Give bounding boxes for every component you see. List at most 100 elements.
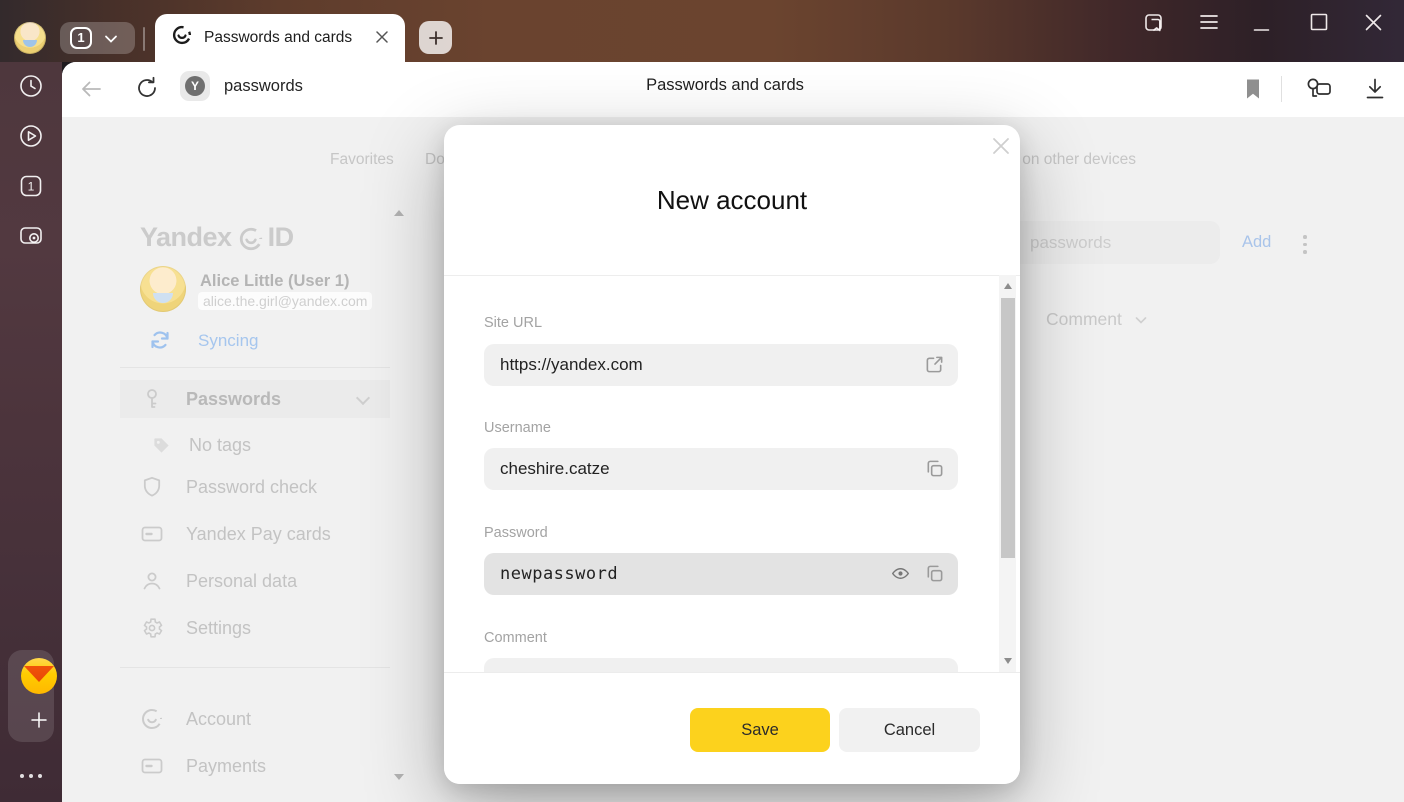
site-url-input[interactable]: https://yandex.com [484,344,958,386]
site-url-label: Site URL [484,315,542,331]
yandex-id-logo: Yandex ID [140,222,294,253]
yandex-id-smile-icon [140,707,164,731]
sidebar-item-label: Password check [186,477,317,498]
address-bar-text[interactable]: passwords [224,77,303,96]
modal-scrollbar[interactable] [999,275,1016,672]
menu-hamburger-icon[interactable] [1199,13,1219,31]
site-favicon-badge[interactable]: Y [180,71,210,101]
tab-close-icon[interactable] [374,29,390,45]
modal-title: New account [444,185,1020,216]
toolbar-divider [1281,76,1282,102]
password-label: Password [484,525,548,541]
history-clock-icon[interactable] [18,73,44,99]
new-account-modal: New account Site URL https://yandex.com … [444,125,1020,784]
modal-close-icon[interactable] [990,135,1012,157]
window-minimize-icon[interactable] [1253,20,1270,37]
password-manager-icon[interactable] [1304,75,1334,103]
sidebar-item-passwords[interactable]: Passwords [120,380,390,418]
sidebar-item-label: No tags [189,435,251,456]
show-password-eye-icon[interactable] [891,564,910,583]
username-label: Username [484,420,551,436]
copy-icon[interactable] [925,459,944,478]
sidebar-item-password-check[interactable]: Password check [120,468,390,506]
sidebar-scroll-down-icon[interactable] [394,774,404,780]
username-value: cheshire.catze [500,459,610,479]
sidebar-item-label: Yandex Pay cards [186,524,331,545]
username-input[interactable]: cheshire.catze [484,448,958,490]
profile-avatar[interactable] [14,22,46,54]
shield-icon [140,475,164,499]
plus-icon [428,30,444,46]
sidebar-item-account[interactable]: Account [120,700,390,738]
svg-text:1: 1 [28,180,35,194]
new-tab-button[interactable] [419,21,452,54]
sidebar-item-personal-data[interactable]: Personal data [120,562,390,600]
yandex-id-favicon [171,24,193,46]
more-options-kebab-icon[interactable] [1303,235,1307,258]
user-avatar [140,266,186,312]
window-maximize-icon[interactable] [1310,13,1328,31]
rail-more-button[interactable] [0,765,62,783]
modal-footer: Save Cancel [444,672,1020,784]
tabs-count-icon[interactable]: 1 [18,173,44,199]
chevron-down-icon [104,34,118,44]
search-placeholder: passwords [1030,233,1111,253]
save-button[interactable]: Save [690,708,830,752]
sync-icon [148,328,172,352]
tab-group-pill[interactable]: 1 [60,22,135,54]
user-email: alice.the.girl@yandex.com [198,292,372,310]
screenshot-icon[interactable] [18,223,44,249]
titlebar: 1 Passwords and cards [0,0,1404,62]
sidebar-scroll-up-icon[interactable] [394,210,404,216]
chevron-down-icon [1135,316,1147,325]
collections-flag-icon[interactable] [1142,11,1167,36]
sync-status[interactable]: Syncing [198,331,258,351]
sidebar-item-label: Settings [186,618,251,639]
passwords-sidebar: Yandex ID Alice Little (User 1) alice.th… [120,200,390,800]
tab-passwords-and-cards[interactable]: Passwords and cards [155,14,405,62]
card-icon [140,754,164,778]
sidebar-divider [120,367,390,368]
open-external-link-icon[interactable] [925,355,944,374]
window-close-icon[interactable] [1364,13,1383,32]
tab-group-count-badge: 1 [70,27,92,49]
back-arrow-icon[interactable] [78,77,104,101]
app-dock [8,650,54,742]
downloads-icon[interactable] [1364,77,1386,101]
plus-icon [30,711,48,729]
toolbar-page-title: Passwords and cards [540,76,910,95]
sidebar-item-no-tags[interactable]: No tags [120,426,390,464]
navigation-toolbar: Y passwords Passwords and cards [62,62,1404,117]
key-icon [140,387,164,411]
yandex-mail-app-icon[interactable] [21,658,57,694]
card-icon [140,522,164,546]
media-play-icon[interactable] [18,123,44,149]
user-name: Alice Little (User 1) [200,272,349,291]
scroll-up-icon[interactable] [1004,283,1012,289]
add-password-button[interactable]: Add [1242,233,1271,252]
nav-favorites[interactable]: Favorites [330,151,394,169]
sidebar-divider [120,667,390,668]
side-rail: 1 [0,62,62,802]
password-value: newpassword [500,564,618,584]
sidebar-item-yandex-pay-cards[interactable]: Yandex Pay cards [120,515,390,553]
sidebar-item-label: Payments [186,756,266,777]
bookmark-icon[interactable] [1244,78,1262,101]
cancel-button[interactable]: Cancel [839,708,980,752]
scroll-down-icon[interactable] [1004,658,1012,664]
sidebar-item-payments[interactable]: Payments [120,747,390,785]
yandex-id-smile-icon [238,226,264,252]
refresh-icon[interactable] [135,75,159,101]
modal-header-divider [444,275,1020,276]
nav-downloads[interactable]: Do [425,151,445,169]
comment-column-header[interactable]: Comment [1046,309,1147,330]
sidebar-item-settings[interactable]: Settings [120,609,390,647]
copy-icon[interactable] [925,564,944,583]
scrollbar-thumb[interactable] [1001,298,1015,558]
sidebar-item-label: Passwords [186,389,281,410]
brand-id: ID [268,222,294,253]
gear-icon [140,616,164,640]
add-app-button[interactable] [21,702,57,738]
browser-window: 1 Passwords and cards 1 [0,0,1404,802]
password-input[interactable]: newpassword [484,553,958,595]
